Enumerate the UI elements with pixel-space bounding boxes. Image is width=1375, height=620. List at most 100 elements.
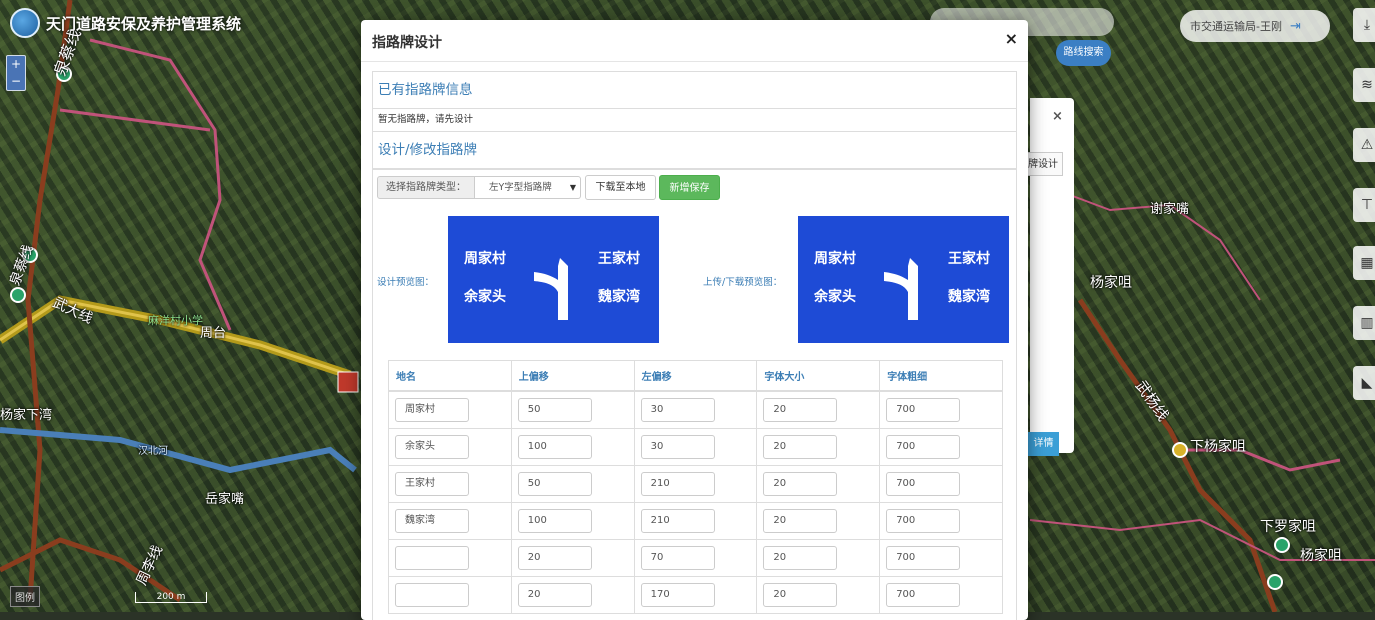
- font-size-input[interactable]: 20: [763, 434, 838, 459]
- font-size-input[interactable]: 20: [763, 471, 838, 496]
- sign-text-bottom-left: 余家头: [814, 289, 856, 305]
- map-label: 汉北河: [138, 446, 168, 457]
- sign-tool-icon[interactable]: ⊤: [1353, 188, 1375, 222]
- layers-tool-icon[interactable]: ≋: [1353, 68, 1375, 102]
- map-scale: 200 m: [135, 592, 207, 603]
- map-label: 麻洋村小学: [148, 314, 203, 327]
- design-preview-sign: 周家村 余家头 王家村 魏家湾: [448, 216, 659, 343]
- font-size-input[interactable]: 20: [763, 582, 838, 607]
- modal-body-panel: 已有指路牌信息 暂无指路牌，请先设计 设计/修改指路牌 选择指路牌类型： 左Y字…: [372, 71, 1017, 620]
- table-row: 余家头 100 30 20 700: [388, 427, 1003, 466]
- sign-type-select[interactable]: 左Y字型指路牌 ▼: [475, 176, 581, 199]
- top-offset-input[interactable]: 20: [517, 545, 592, 570]
- table-row: 20 70 20 700: [388, 538, 1003, 577]
- col-header-font-size: 字体大小: [756, 360, 881, 392]
- modal-header: 指路牌设计 ×: [361, 20, 1028, 62]
- sign-text-bottom-right: 魏家湾: [598, 289, 640, 305]
- sign-design-modal: 指路牌设计 × 已有指路牌信息 暂无指路牌，请先设计 设计/修改指路牌 选择指路…: [361, 20, 1028, 620]
- download-button[interactable]: 下载至本地: [585, 175, 656, 200]
- sign-text-bottom-left: 余家头: [464, 289, 506, 305]
- col-header-font-weight: 字体粗细: [879, 360, 1003, 392]
- left-offset-input[interactable]: 30: [640, 397, 715, 422]
- top-offset-input[interactable]: 50: [517, 471, 592, 496]
- design-preview-label: 设计预览图：: [377, 277, 435, 288]
- col-header-place: 地名: [388, 360, 512, 392]
- font-weight-input[interactable]: 700: [886, 397, 961, 422]
- table-row: 魏家湾 100 210 20 700: [388, 501, 1003, 540]
- left-offset-input[interactable]: 30: [640, 434, 715, 459]
- map-label: 岳家嘴: [205, 492, 245, 507]
- save-new-button[interactable]: 新增保存: [659, 175, 720, 200]
- map-label: 杨家下湾: [0, 408, 53, 423]
- font-size-input[interactable]: 20: [763, 508, 838, 533]
- existing-signs-empty-text: 暂无指路牌，请先设计: [373, 109, 1016, 132]
- upload-preview-sign: 周家村 余家头 王家村 魏家湾: [798, 216, 1009, 343]
- sign-text-bottom-right: 魏家湾: [948, 289, 990, 305]
- logout-icon[interactable]: ⇥: [1290, 19, 1301, 34]
- font-weight-input[interactable]: 700: [886, 508, 961, 533]
- font-size-input[interactable]: 20: [763, 545, 838, 570]
- map-label: 杨家咀: [1300, 548, 1342, 564]
- sign-text-table: 地名 上偏移 左偏移 字体大小 字体粗细 周家村 50 30 20 700 余家…: [388, 360, 1003, 614]
- top-offset-input[interactable]: 50: [517, 397, 592, 422]
- zoom-out-button[interactable]: −: [7, 73, 25, 90]
- font-weight-input[interactable]: 700: [886, 582, 961, 607]
- sign-text-top-left: 周家村: [464, 251, 506, 267]
- place-name-input[interactable]: 魏家湾: [395, 508, 469, 533]
- app-logo-icon: [10, 8, 40, 38]
- download-tool-icon[interactable]: ⤓: [1353, 8, 1375, 42]
- legend-button[interactable]: 图例: [10, 586, 40, 607]
- font-weight-input[interactable]: 700: [886, 545, 961, 570]
- map-label: 周台: [200, 326, 227, 341]
- background-design-button[interactable]: 牌设计: [1023, 152, 1063, 176]
- app-title-text: 天门道路安保及养护管理系统: [46, 14, 242, 33]
- design-sign-heading: 设计/修改指路牌: [373, 132, 1016, 169]
- route-search-button[interactable]: 路线搜索: [1056, 40, 1111, 66]
- user-info: 市交通运输局-王刚 ⇥: [1180, 10, 1330, 42]
- chart-tool-icon[interactable]: ▥: [1353, 306, 1375, 340]
- sign-text-top-right: 王家村: [598, 251, 640, 267]
- map-label: 谢家嘴: [1150, 202, 1190, 217]
- table-row: 20 170 20 700: [388, 575, 1003, 614]
- app-title: 天门道路安保及养护管理系统: [10, 8, 242, 38]
- place-name-input[interactable]: 王家村: [395, 471, 469, 496]
- place-name-input[interactable]: [395, 582, 469, 607]
- left-offset-input[interactable]: 70: [640, 545, 715, 570]
- left-y-junction-icon: [884, 258, 918, 320]
- table-header-row: 地名 上偏移 左偏移 字体大小 字体粗细: [388, 360, 1003, 392]
- zoom-control: + −: [6, 55, 26, 91]
- warning-tool-icon[interactable]: ⚠: [1353, 128, 1375, 162]
- left-offset-input[interactable]: 170: [640, 582, 715, 607]
- background-detail-button[interactable]: 详情: [1028, 432, 1059, 456]
- place-name-input[interactable]: 余家头: [395, 434, 469, 459]
- col-header-left-offset: 左偏移: [633, 360, 758, 392]
- sign-text-top-left: 周家村: [814, 251, 856, 267]
- font-weight-input[interactable]: 700: [886, 434, 961, 459]
- calendar-tool-icon[interactable]: ▦: [1353, 246, 1375, 280]
- road-tool-icon[interactable]: ◣: [1353, 366, 1375, 400]
- upload-preview-label: 上传/下载预览图：: [703, 277, 783, 288]
- font-size-input[interactable]: 20: [763, 397, 838, 422]
- sign-type-value: 左Y字型指路牌: [489, 182, 552, 193]
- top-offset-input[interactable]: 20: [517, 582, 592, 607]
- zoom-in-button[interactable]: +: [7, 56, 25, 73]
- map-label: 下罗家咀: [1260, 519, 1316, 535]
- top-offset-input[interactable]: 100: [517, 434, 592, 459]
- place-name-input[interactable]: [395, 545, 469, 570]
- sign-text-top-right: 王家村: [948, 251, 990, 267]
- font-weight-input[interactable]: 700: [886, 471, 961, 496]
- place-name-input[interactable]: 周家村: [395, 397, 469, 422]
- existing-signs-heading: 已有指路牌信息: [373, 72, 1016, 109]
- top-offset-input[interactable]: 100: [517, 508, 592, 533]
- modal-title: 指路牌设计: [372, 35, 442, 51]
- table-row: 周家村 50 30 20 700: [388, 390, 1003, 429]
- table-row: 王家村 50 210 20 700: [388, 464, 1003, 503]
- background-panel-close-icon[interactable]: ×: [1052, 109, 1063, 124]
- chevron-down-icon: ▼: [569, 183, 576, 192]
- map-label: 下杨家咀: [1190, 439, 1246, 455]
- left-offset-input[interactable]: 210: [640, 471, 715, 496]
- design-toolbar: 选择指路牌类型： 左Y字型指路牌 ▼ 下载至本地 新增保存: [373, 169, 1016, 208]
- left-offset-input[interactable]: 210: [640, 508, 715, 533]
- col-header-top-offset: 上偏移: [510, 360, 635, 392]
- modal-close-button[interactable]: ×: [1005, 29, 1018, 48]
